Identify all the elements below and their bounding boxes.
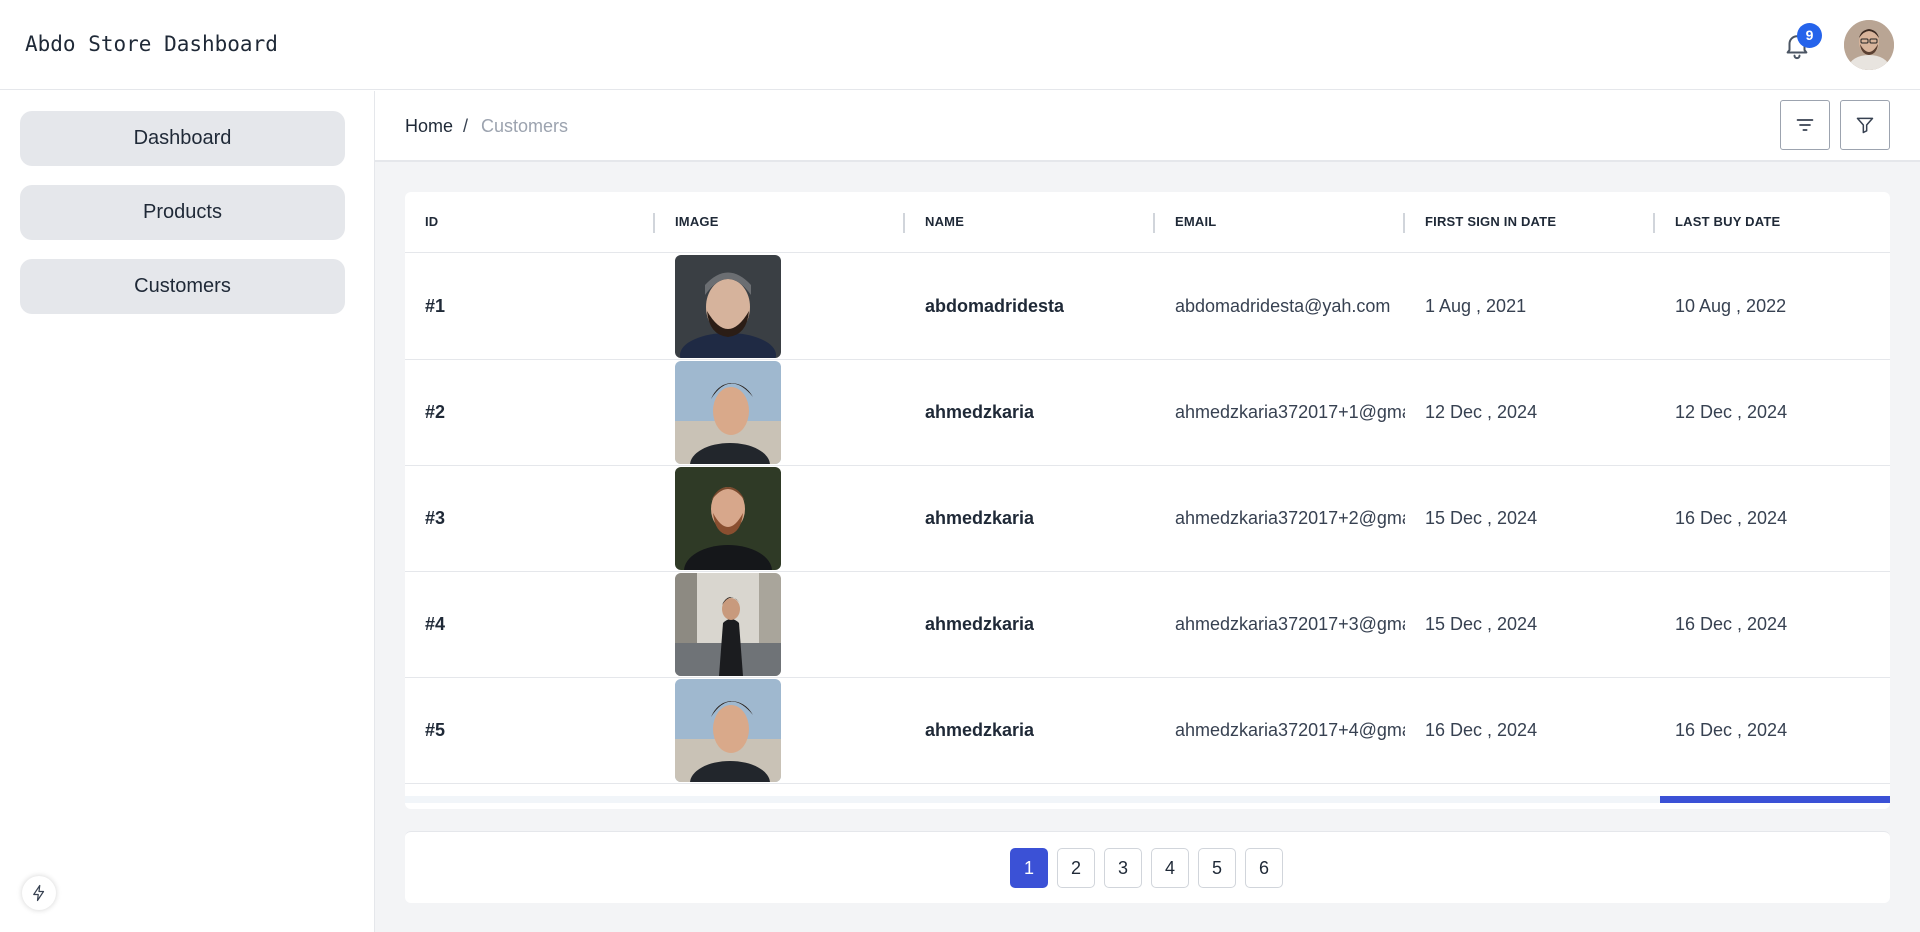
scrollbar-thumb[interactable] (1660, 796, 1890, 803)
last-buy-date: 12 Dec , 2024 (1675, 402, 1788, 422)
sort-button[interactable] (1780, 100, 1830, 150)
notification-badge: 9 (1797, 23, 1822, 48)
first-sign-in-date: 16 Dec , 2024 (1425, 720, 1538, 740)
customer-email: ahmedzkaria372017+3@gmai (1175, 614, 1405, 634)
column-divider[interactable] (653, 213, 655, 233)
customer-name: abdomadridesta (925, 296, 1065, 316)
last-buy-date: 16 Dec , 2024 (1675, 508, 1788, 528)
table-row[interactable]: #4 ahmedzkaria ahmedzkaria372017+3@gmai … (405, 572, 1890, 678)
customer-id: #5 (425, 720, 446, 740)
customer-id: #3 (425, 508, 446, 528)
column-header-email[interactable]: EMAIL (1175, 214, 1216, 229)
page-button-3[interactable]: 3 (1104, 848, 1142, 888)
user-avatar[interactable] (1844, 20, 1894, 70)
customers-table: ID IMAGE NAME EMAIL FIRST SIGN IN DATE L… (405, 192, 1890, 809)
funnel-icon (1856, 117, 1874, 134)
customer-email: ahmedzkaria372017+4@gmai (1175, 720, 1405, 740)
customer-name: ahmedzkaria (925, 402, 1035, 422)
first-sign-in-date: 15 Dec , 2024 (1425, 508, 1538, 528)
sidebar-item-customers[interactable]: Customers (20, 259, 345, 314)
column-divider[interactable] (903, 213, 905, 233)
first-sign-in-date: 12 Dec , 2024 (1425, 402, 1538, 422)
first-sign-in-date: 15 Dec , 2024 (1425, 614, 1538, 634)
customer-id: #1 (425, 296, 446, 316)
last-buy-date: 16 Dec , 2024 (1675, 720, 1788, 740)
page-button-6[interactable]: 6 (1245, 848, 1283, 888)
customer-name: ahmedzkaria (925, 508, 1035, 528)
table-header: ID IMAGE NAME EMAIL FIRST SIGN IN DATE L… (405, 192, 1890, 253)
customer-photo (675, 573, 781, 676)
breadcrumb-separator: / (463, 116, 469, 136)
column-divider[interactable] (1653, 213, 1655, 233)
sidebar-item-dashboard[interactable]: Dashboard (20, 111, 345, 166)
customer-email: ahmedzkaria372017+2@gmai (1175, 508, 1405, 528)
top-bar: Abdo Store Dashboard 9 (0, 0, 1920, 90)
lightning-icon[interactable] (22, 876, 56, 910)
column-divider[interactable] (1403, 213, 1405, 233)
column-header-name[interactable]: NAME (925, 214, 964, 229)
page-button-2[interactable]: 2 (1057, 848, 1095, 888)
customer-name: ahmedzkaria (925, 720, 1035, 740)
customer-photo (675, 361, 781, 464)
breadcrumb-current: Customers (481, 116, 569, 136)
app-title: Abdo Store Dashboard (25, 32, 278, 56)
column-header-image[interactable]: IMAGE (675, 214, 719, 229)
sidebar: Dashboard Products Customers (0, 91, 375, 932)
customer-name: ahmedzkaria (925, 614, 1035, 634)
first-sign-in-date: 1 Aug , 2021 (1425, 296, 1527, 316)
customer-photo (675, 255, 781, 358)
customer-email: abdomadridesta@yah.com (1175, 296, 1391, 316)
page-button-1[interactable]: 1 (1010, 848, 1048, 888)
filter-button[interactable] (1840, 100, 1890, 150)
page-button-5[interactable]: 5 (1198, 848, 1236, 888)
breadcrumb: Home / Customers (375, 91, 1920, 162)
pagination: 1 2 3 4 5 6 (405, 831, 1890, 903)
main-content: Home / Customers ID IMAGE NAME EMAIL FIR… (375, 91, 1920, 932)
column-header-last-buy[interactable]: LAST BUY DATE (1675, 214, 1780, 229)
customer-email: ahmedzkaria372017+1@gmai (1175, 402, 1405, 422)
table-row[interactable]: #5 ahmedzkaria ahmedzkaria372017+4@gmai … (405, 678, 1890, 784)
page-button-4[interactable]: 4 (1151, 848, 1189, 888)
customer-id: #2 (425, 402, 446, 422)
customer-photo (675, 679, 781, 782)
last-buy-date: 10 Aug , 2022 (1675, 296, 1787, 316)
table-row[interactable]: #2 ahmedzkaria ahmedzkaria372017+1@gmai … (405, 360, 1890, 466)
column-header-first-sign-in[interactable]: FIRST SIGN IN DATE (1425, 214, 1556, 229)
customer-photo (675, 467, 781, 570)
table-row[interactable]: #3 ahmedzkaria ahmedzkaria372017+2@gmai … (405, 466, 1890, 572)
table-row[interactable]: #1 abdomadridesta abdomadridesta@yah.com… (405, 254, 1890, 360)
sidebar-item-products[interactable]: Products (20, 185, 345, 240)
customer-id: #4 (425, 614, 446, 634)
sort-lines-icon (1796, 119, 1814, 131)
last-buy-date: 16 Dec , 2024 (1675, 614, 1788, 634)
column-header-id[interactable]: ID (425, 214, 438, 229)
breadcrumb-home[interactable]: Home (405, 116, 453, 137)
column-divider[interactable] (1153, 213, 1155, 233)
